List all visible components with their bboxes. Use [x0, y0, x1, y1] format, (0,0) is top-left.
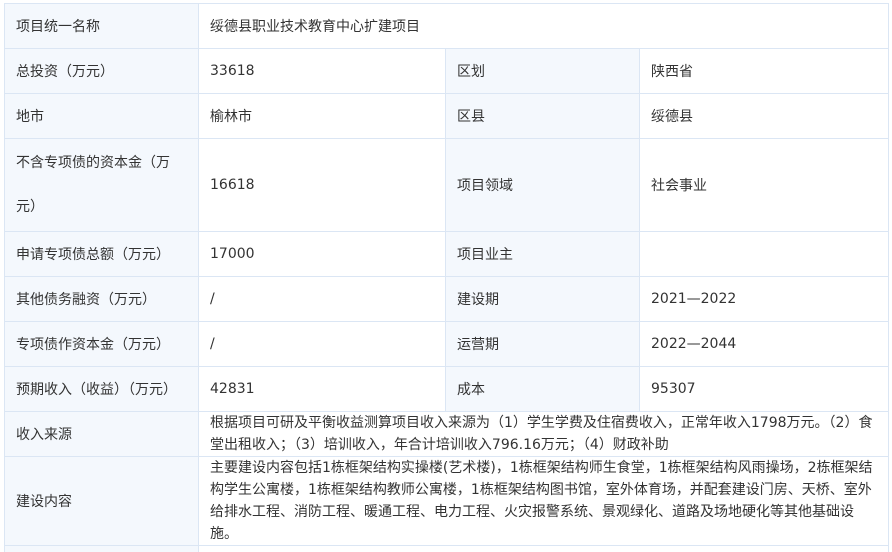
other-debt-label: 其他债务融资（万元）	[5, 277, 199, 322]
table-tail-cell	[5, 546, 199, 552]
bond-capital-value: /	[199, 322, 446, 367]
bond-capital-label: 专项债作资本金（万元）	[5, 322, 199, 367]
build-period-value: 2021—2022	[640, 277, 889, 322]
table-row: 申请专项债总额（万元） 17000 项目业主	[5, 232, 889, 277]
table-row: 总投资（万元） 33618 区划 陕西省	[5, 49, 889, 94]
county-value: 绥德县	[640, 94, 889, 139]
cost-label: 成本	[446, 367, 640, 412]
table-row: 地市 榆林市 区县 绥德县	[5, 94, 889, 139]
table-row: 不含专项债的资本金（万元） 16618 项目领域 社会事业	[5, 139, 889, 232]
bond-total-label: 申请专项债总额（万元）	[5, 232, 199, 277]
table-row: 收入来源 根据项目可研及平衡收益测算项目收入来源为（1）学生学费及住宿费收入，正…	[5, 412, 889, 457]
project-info-table: 项目统一名称 绥德县职业技术教育中心扩建项目 总投资（万元） 33618 区划 …	[4, 3, 889, 552]
operate-period-value: 2022—2044	[640, 322, 889, 367]
construction-value: 主要建设内容包括1栋框架结构实操楼(艺术楼)，1栋框架结构师生食堂，1栋框架结构…	[199, 457, 889, 546]
capital-excl-label: 不含专项债的资本金（万元）	[5, 139, 199, 232]
construction-label: 建设内容	[5, 457, 199, 546]
table-row: 其他债务融资（万元） / 建设期 2021—2022	[5, 277, 889, 322]
county-label: 区县	[446, 94, 640, 139]
project-name-value: 绥德县职业技术教育中心扩建项目	[199, 4, 889, 49]
table-row: 专项债作资本金（万元） / 运营期 2022—2044	[5, 322, 889, 367]
total-investment-value: 33618	[199, 49, 446, 94]
operate-period-label: 运营期	[446, 322, 640, 367]
owner-label: 项目业主	[446, 232, 640, 277]
owner-value	[640, 232, 889, 277]
income-source-value: 根据项目可研及平衡收益测算项目收入来源为（1）学生学费及住宿费收入，正常年收入1…	[199, 412, 889, 457]
table-tail-cell	[199, 546, 889, 552]
table-row	[5, 546, 889, 552]
field-label: 项目领域	[446, 139, 640, 232]
income-source-label: 收入来源	[5, 412, 199, 457]
table-row: 建设内容 主要建设内容包括1栋框架结构实操楼(艺术楼)，1栋框架结构师生食堂，1…	[5, 457, 889, 546]
city-label: 地市	[5, 94, 199, 139]
build-period-label: 建设期	[446, 277, 640, 322]
bond-total-value: 17000	[199, 232, 446, 277]
cost-value: 95307	[640, 367, 889, 412]
region-value: 陕西省	[640, 49, 889, 94]
total-investment-label: 总投资（万元）	[5, 49, 199, 94]
other-debt-value: /	[199, 277, 446, 322]
table-row: 项目统一名称 绥德县职业技术教育中心扩建项目	[5, 4, 889, 49]
capital-excl-value: 16618	[199, 139, 446, 232]
expected-income-value: 42831	[199, 367, 446, 412]
region-label: 区划	[446, 49, 640, 94]
expected-income-label: 预期收入（收益）（万元）	[5, 367, 199, 412]
field-value: 社会事业	[640, 139, 889, 232]
city-value: 榆林市	[199, 94, 446, 139]
project-name-label: 项目统一名称	[5, 4, 199, 49]
table-row: 预期收入（收益）（万元） 42831 成本 95307	[5, 367, 889, 412]
